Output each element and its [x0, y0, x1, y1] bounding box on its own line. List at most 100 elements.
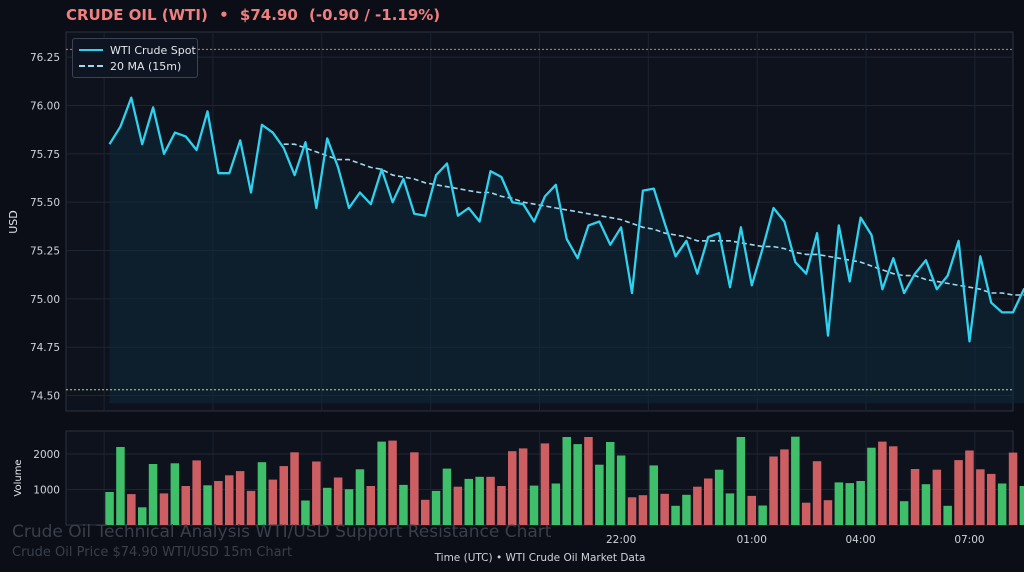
volume-bar: [867, 447, 876, 525]
volume-bar: [987, 473, 996, 525]
volume-bar: [366, 486, 375, 525]
volume-bar: [812, 461, 822, 525]
volume-bar: [856, 481, 865, 525]
volume-bar: [791, 436, 800, 525]
y-tick-label: 75.75: [30, 149, 60, 161]
volume-bar: [921, 484, 931, 525]
y-axis-label: USD: [7, 210, 20, 234]
volume-tick-label: 2000: [33, 449, 60, 461]
volume-bar: [714, 469, 724, 525]
volume-bar: [431, 490, 441, 525]
volume-bar: [279, 466, 288, 525]
x-tick-label: 07:00: [954, 534, 984, 546]
volume-bar: [1008, 452, 1018, 525]
volume-bar: [997, 483, 1007, 525]
volume-bar: [475, 476, 484, 525]
volume-bar: [181, 486, 190, 525]
volume-bar: [388, 440, 397, 525]
volume-bar: [834, 482, 844, 525]
volume-bar: [932, 469, 942, 525]
volume-bar: [540, 443, 550, 525]
volume-bar: [453, 486, 463, 525]
volume-bar: [965, 450, 974, 525]
volume-bar: [442, 468, 452, 525]
y-tick-label: 75.25: [30, 246, 60, 258]
x-axis-label: Time (UTC) • WTI Crude Oil Market Data: [434, 552, 646, 564]
chart-legend: WTI Crude Spot 20 MA (15m): [72, 38, 198, 78]
headline-symbol: CRUDE OIL (WTI): [66, 6, 208, 24]
volume-bar: [943, 505, 952, 525]
volume-bar: [704, 478, 713, 525]
volume-tick-label: 1000: [33, 485, 60, 497]
legend-swatch-spot: [79, 49, 103, 51]
volume-bar: [660, 493, 669, 525]
volume-bar: [486, 476, 495, 525]
volume-bar: [758, 505, 767, 525]
volume-bar: [246, 490, 256, 525]
volume-bar: [954, 460, 963, 525]
legend-label-ma: 20 MA (15m): [110, 59, 182, 73]
x-tick-label: 01:00: [737, 534, 767, 546]
volume-bar: [649, 465, 658, 525]
headline-change: (-0.90 / -1.19%): [309, 6, 441, 24]
legend-label-spot: WTI Crude Spot: [110, 43, 196, 57]
y-tick-label: 76.25: [30, 52, 60, 64]
volume-bar: [845, 483, 854, 525]
volume-bar: [769, 456, 778, 525]
y-tick-label: 74.75: [30, 342, 60, 354]
legend-swatch-ma: [79, 65, 103, 67]
volume-bar: [377, 441, 386, 525]
legend-item-spot: WTI Crude Spot: [79, 43, 196, 57]
volume-bar: [801, 502, 811, 525]
volume-bar: [170, 463, 180, 525]
chart-canvas: 74.50 74.75 75.00 75.25 75.50 75.75 76.00 76.25…: [7, 31, 1024, 564]
volume-bar: [562, 437, 571, 525]
volume-bar: [823, 500, 833, 525]
volume-bar: [148, 464, 158, 525]
headline-separator: •: [219, 6, 229, 24]
legend-item-ma: 20 MA (15m): [79, 59, 181, 73]
volume-bar: [203, 485, 212, 525]
watermark-subtitle: Crude Oil Price $74.90 WTI/USD 15m Chart: [12, 545, 293, 560]
volume-bar: [736, 437, 746, 525]
volume-bar: [116, 447, 125, 525]
volume-bar: [616, 455, 626, 525]
volume-bar: [399, 484, 408, 525]
volume-bar: [627, 497, 637, 525]
volume-bar: [410, 452, 419, 525]
volume-bar: [976, 469, 985, 525]
volume-bar: [889, 446, 898, 525]
volume-bar: [127, 494, 136, 525]
volume-bar: [671, 505, 680, 525]
volume-bar: [312, 461, 321, 525]
volume-bar: [355, 469, 365, 525]
volume-bar: [235, 471, 245, 525]
volume-bar: [910, 469, 920, 525]
volume-bar: [747, 495, 756, 525]
volume-bar: [606, 442, 615, 525]
volume-bar: [899, 501, 909, 525]
volume-bar: [225, 475, 234, 525]
volume-bar: [268, 479, 278, 525]
volume-bar: [290, 452, 299, 525]
volume-bar: [508, 451, 517, 525]
volume-bar: [344, 489, 354, 525]
volume-bar: [497, 486, 506, 525]
watermark-title: Crude Oil Technical Analysis WTI/USD Sup…: [12, 522, 552, 542]
volume-axis-label: Volume: [13, 459, 24, 496]
volume-bar: [595, 464, 604, 525]
volume-bar: [573, 444, 582, 525]
x-tick-label: 04:00: [845, 534, 875, 546]
volume-bar: [551, 483, 561, 525]
volume-bar: [1019, 486, 1024, 525]
volume-bar: [105, 492, 114, 525]
y-tick-label: 74.50: [30, 391, 60, 403]
volume-bar: [878, 441, 887, 525]
volume-bar: [333, 477, 343, 525]
volume-bar: [693, 486, 702, 525]
volume-bar: [682, 494, 691, 525]
volume-bar: [529, 485, 539, 525]
y-tick-label: 76.00: [30, 100, 60, 112]
headline-price: $74.90: [239, 6, 298, 24]
volume-bar: [159, 493, 169, 525]
